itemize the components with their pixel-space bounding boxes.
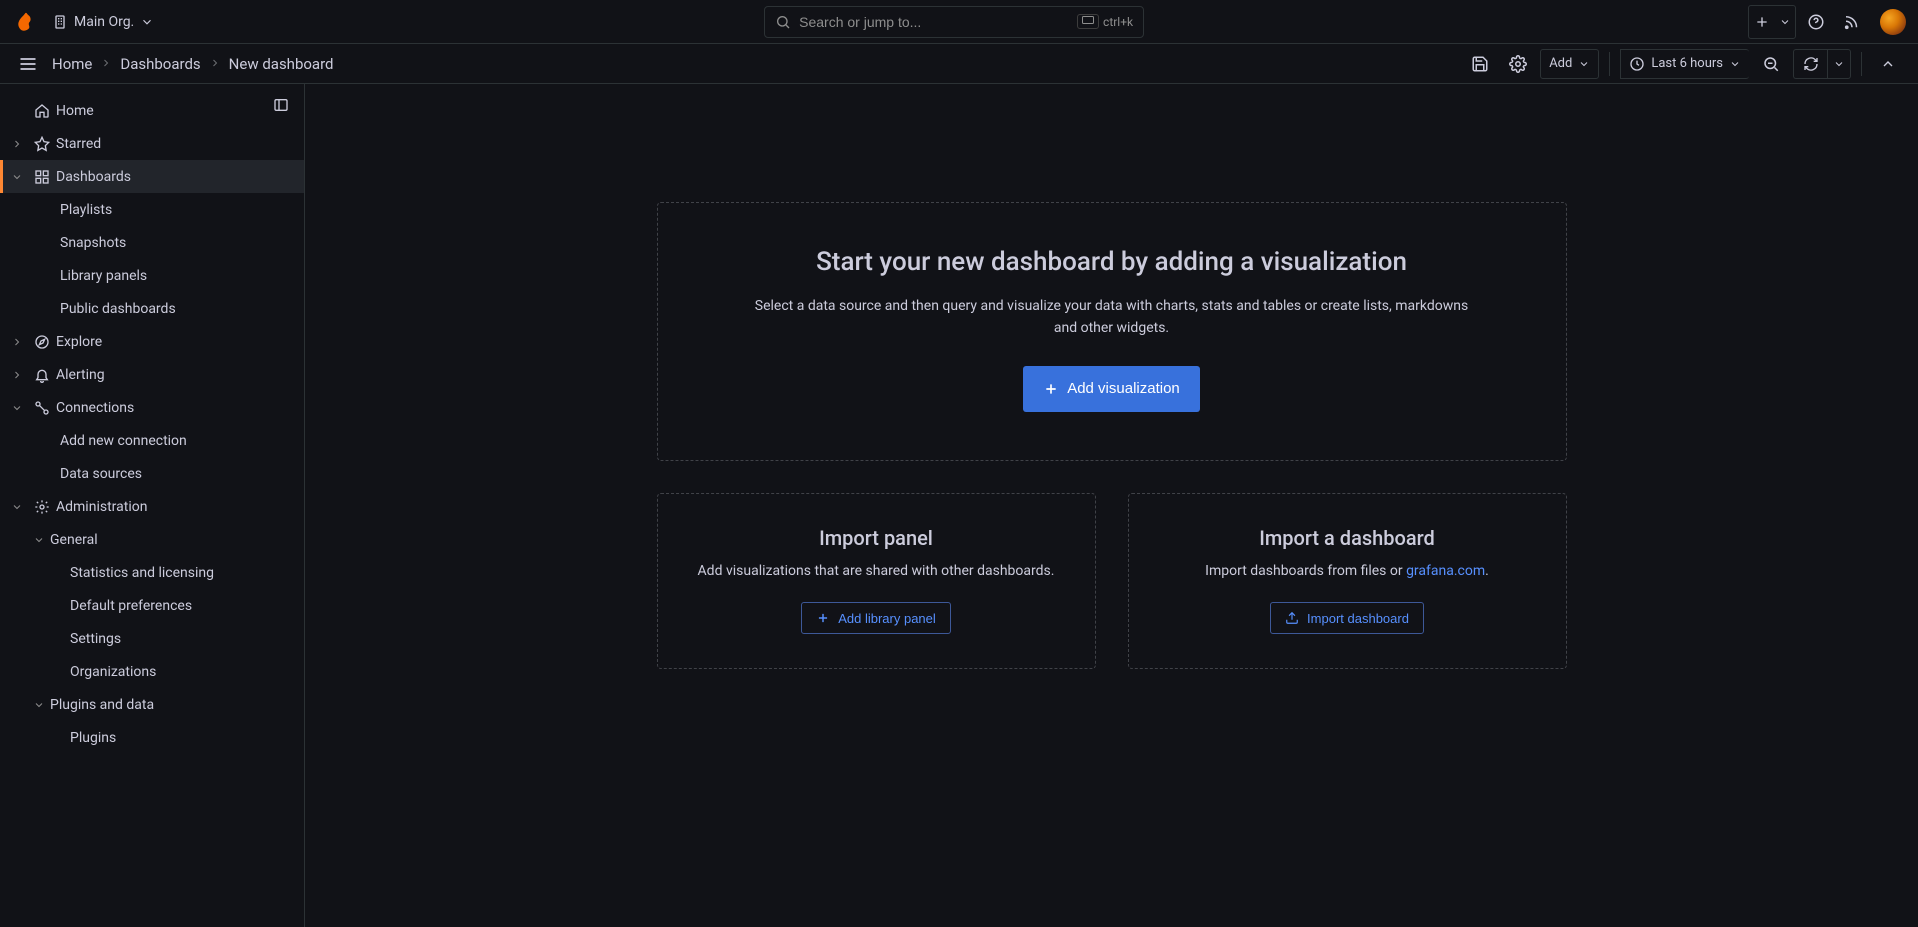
new-menu[interactable] — [1748, 5, 1796, 39]
sidebar-item-add-connection[interactable]: Add new connection — [0, 424, 304, 457]
sidebar-item-data-sources[interactable]: Data sources — [0, 457, 304, 490]
sidebar-item-settings[interactable]: Settings — [0, 622, 304, 655]
dock-sidebar-button[interactable] — [268, 92, 294, 118]
zoom-out-button[interactable] — [1755, 49, 1787, 79]
chevron-down-icon — [6, 501, 28, 513]
sidebar-item-snapshots[interactable]: Snapshots — [0, 226, 304, 259]
global-search[interactable]: ctrl+k — [764, 6, 1144, 38]
chevron-down-icon — [28, 699, 50, 711]
chevron-right-icon — [100, 55, 112, 73]
main-content: Start your new dashboard by adding a vis… — [305, 84, 1918, 927]
sidebar-item-home[interactable]: Home — [0, 94, 304, 127]
breadcrumb-current: New dashboard — [229, 55, 334, 73]
header-right — [1748, 5, 1910, 39]
star-icon — [28, 136, 56, 152]
news-button[interactable] — [1836, 6, 1868, 38]
plus-icon[interactable] — [1749, 6, 1775, 38]
time-range-picker[interactable]: Last 6 hours — [1620, 49, 1749, 79]
sidebar-item-connections[interactable]: Connections — [0, 391, 304, 424]
bell-icon — [28, 367, 56, 383]
sidebar-item-starred[interactable]: Starred — [0, 127, 304, 160]
import-dashboard-title: Import a dashboard — [1159, 526, 1536, 550]
refresh-button[interactable] — [1793, 49, 1827, 79]
org-selector[interactable]: Main Org. — [46, 10, 160, 34]
time-range-group: Last 6 hours — [1620, 49, 1749, 79]
sidebar-item-plugins[interactable]: Plugins — [0, 721, 304, 754]
chevron-right-icon — [209, 55, 221, 73]
toolbar: Add Last 6 hours — [1464, 49, 1904, 79]
breadcrumb-home[interactable]: Home — [52, 55, 92, 73]
sidebar-item-dashboards[interactable]: Dashboards — [0, 160, 304, 193]
chevron-down-icon — [6, 171, 28, 183]
toolbar-divider — [1609, 52, 1610, 76]
dashboards-icon — [28, 169, 56, 185]
org-name: Main Org. — [74, 14, 134, 30]
chevron-right-icon — [6, 138, 28, 150]
import-panel-desc: Add visualizations that are shared with … — [688, 560, 1065, 582]
gear-icon — [28, 499, 56, 515]
save-dashboard-button[interactable] — [1464, 49, 1496, 79]
chevron-down-icon — [1729, 58, 1741, 70]
sidebar: Home Starred Dashboards Playlists Snapsh… — [0, 84, 305, 927]
search-input[interactable] — [799, 14, 1077, 30]
add-visualization-button[interactable]: Add visualization — [1023, 366, 1200, 412]
plus-icon — [1043, 381, 1059, 397]
start-title: Start your new dashboard by adding a vis… — [698, 247, 1526, 277]
add-panel-button[interactable]: Add — [1540, 49, 1599, 79]
add-library-panel-button[interactable]: Add library panel — [801, 602, 951, 634]
home-icon — [28, 103, 56, 119]
import-dashboard-button[interactable]: Import dashboard — [1270, 602, 1424, 634]
sidebar-item-statistics[interactable]: Statistics and licensing — [0, 556, 304, 589]
org-icon — [52, 14, 68, 30]
sidebar-item-library-panels[interactable]: Library panels — [0, 259, 304, 292]
collapse-row-button[interactable] — [1872, 49, 1904, 79]
sidebar-item-plugins-data[interactable]: Plugins and data — [0, 688, 304, 721]
import-panel-card: Import panel Add visualizations that are… — [657, 493, 1096, 669]
refresh-interval-picker[interactable] — [1827, 49, 1851, 79]
import-dashboard-desc: Import dashboards from files or grafana.… — [1159, 560, 1536, 582]
dashboard-settings-button[interactable] — [1502, 49, 1534, 79]
chevron-right-icon — [6, 369, 28, 381]
plug-icon — [28, 400, 56, 416]
sub-header: Home Dashboards New dashboard Add — [0, 44, 1918, 84]
start-visualization-card: Start your new dashboard by adding a vis… — [657, 202, 1567, 461]
search-icon — [775, 14, 791, 30]
refresh-group — [1793, 49, 1851, 79]
upload-icon — [1285, 611, 1299, 625]
sidebar-item-public-dashboards[interactable]: Public dashboards — [0, 292, 304, 325]
breadcrumb-dashboards[interactable]: Dashboards — [120, 55, 200, 73]
import-dashboard-card: Import a dashboard Import dashboards fro… — [1128, 493, 1567, 669]
clock-icon — [1629, 56, 1645, 72]
plus-icon — [816, 611, 830, 625]
sidebar-item-administration[interactable]: Administration — [0, 490, 304, 523]
sidebar-item-organizations[interactable]: Organizations — [0, 655, 304, 688]
chevron-down-icon — [1578, 58, 1590, 70]
sidebar-item-default-prefs[interactable]: Default preferences — [0, 589, 304, 622]
breadcrumb: Home Dashboards New dashboard — [52, 55, 333, 73]
sidebar-item-general[interactable]: General — [0, 523, 304, 556]
toolbar-divider — [1861, 52, 1862, 76]
start-description: Select a data source and then query and … — [752, 295, 1472, 340]
user-avatar[interactable] — [1880, 9, 1906, 35]
chevron-right-icon — [6, 336, 28, 348]
chevron-down-icon — [6, 402, 28, 414]
main-layout: Home Starred Dashboards Playlists Snapsh… — [0, 84, 1918, 927]
chevron-down-icon[interactable] — [1775, 6, 1795, 38]
help-button[interactable] — [1800, 6, 1832, 38]
grafana-logo-icon[interactable] — [14, 10, 38, 34]
sidebar-item-playlists[interactable]: Playlists — [0, 193, 304, 226]
compass-icon — [28, 334, 56, 350]
chevron-down-icon — [28, 534, 50, 546]
sidebar-item-explore[interactable]: Explore — [0, 325, 304, 358]
sidebar-item-alerting[interactable]: Alerting — [0, 358, 304, 391]
import-panel-title: Import panel — [688, 526, 1065, 550]
secondary-cards: Import panel Add visualizations that are… — [657, 493, 1567, 669]
grafana-com-link[interactable]: grafana.com — [1406, 563, 1485, 579]
keyboard-icon — [1077, 14, 1099, 29]
menu-toggle[interactable] — [14, 50, 42, 78]
top-header: Main Org. ctrl+k — [0, 0, 1918, 44]
search-shortcut: ctrl+k — [1077, 14, 1133, 29]
chevron-down-icon — [140, 15, 154, 29]
